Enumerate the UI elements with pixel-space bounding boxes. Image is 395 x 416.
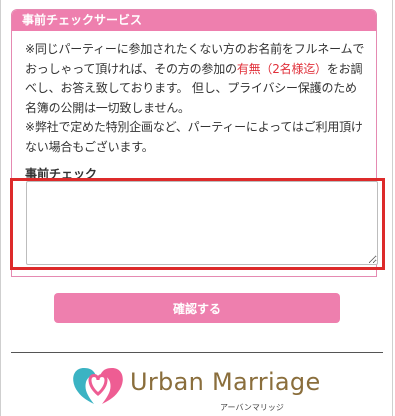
pre-check-textarea[interactable] [26,181,378,265]
description-highlight: 有無（2名様迄） [236,61,327,76]
pre-check-field-label: 事前チェック [25,167,98,181]
pre-check-service-panel: 事前チェックサービス ※同じパーティーに参加されたくない方のお名前をフルネームで… [11,9,378,277]
panel-title: 事前チェックサービス [12,10,376,31]
description-paragraph-1: ※同じパーティーに参加されたくない方のお名前をフルネームでおっしゃって頂ければ、… [25,40,367,118]
footer-divider [11,352,383,353]
urban-marriage-logo[interactable]: Urban Marriage アーバンマリッジ [68,362,328,412]
confirm-button[interactable]: 確認する [54,293,340,323]
logo-subtext: アーバンマリッジ [220,403,284,412]
service-description: ※同じパーティーに参加されたくない方のお名前をフルネームでおっしゃって頂ければ、… [25,40,367,157]
logo-wordmark: Urban Marriage [130,368,321,396]
description-paragraph-2: ※弊社で定めた特別企画など、パーティーによってはご利用頂けない場合もございます。 [25,120,363,154]
pre-check-textarea-wrapper [26,181,378,265]
logo-hearts-icon [73,368,123,404]
